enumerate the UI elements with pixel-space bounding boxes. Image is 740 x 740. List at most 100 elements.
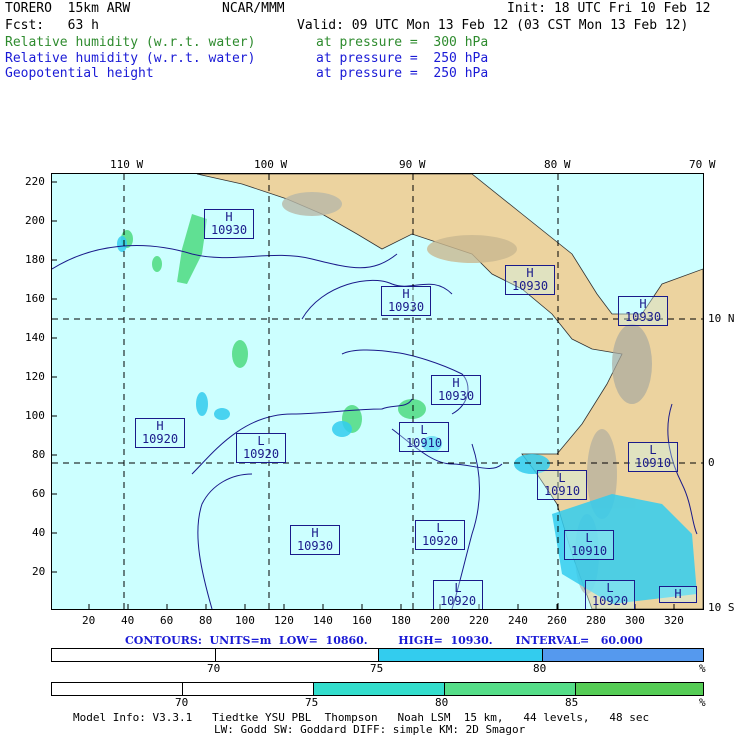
lon-tick: 80 W	[544, 158, 571, 171]
pressure-center-high: H	[659, 586, 697, 603]
y-tick: 120	[25, 370, 45, 383]
lat-tick: 10 S	[708, 601, 735, 614]
pressure-center-high: H 10920	[135, 418, 185, 448]
org-label: NCAR/MMM	[222, 1, 285, 16]
center-value: 10930	[296, 539, 334, 553]
x-tick: 40	[121, 614, 135, 627]
y-tick: 100	[25, 409, 45, 422]
colorbar-bin	[52, 683, 183, 695]
colorbar-bin	[314, 683, 445, 695]
contours-info: CONTOURS: UNITS=m LOW= 10860. HIGH= 1093…	[125, 634, 643, 647]
colorbar-bin	[183, 683, 314, 695]
forecast-hour: Fcst: 63 h	[5, 18, 99, 33]
colorbar-label: 70	[175, 696, 189, 709]
lat-tick: 10 N	[708, 312, 735, 325]
center-value: 10910	[570, 544, 608, 558]
terrain-shade	[612, 324, 652, 404]
x-tick: 200	[430, 614, 450, 627]
lon-tick: 70 W	[689, 158, 716, 171]
colorbar-bin	[379, 649, 543, 661]
y-tick: 80	[32, 448, 46, 461]
x-tick: 120	[274, 614, 294, 627]
pressure-center-high: H 10930	[505, 265, 555, 295]
center-type: H	[674, 587, 682, 601]
y-tick: 140	[25, 331, 45, 344]
rh-patch	[177, 214, 207, 284]
colorbar-label: %	[699, 662, 706, 675]
center-value: 10910	[634, 456, 672, 470]
pressure-center-high: H 10930	[431, 375, 481, 405]
center-value: 10920	[141, 432, 179, 446]
center-value: 10930	[210, 223, 248, 237]
center-value: 10930	[387, 300, 425, 314]
init-time: Init: 18 UTC Fri 10 Feb 12	[507, 1, 711, 16]
field-2-level: at pressure = 250 hPa	[316, 51, 489, 66]
rh-patch	[196, 392, 208, 416]
model-info-line2: LW: Godd SW: Goddard DIFF: simple KM: 2D…	[214, 723, 526, 736]
pressure-center-low: L 10910	[399, 422, 449, 452]
y-tick: 40	[32, 526, 46, 539]
x-tick: 20	[82, 614, 96, 627]
field-2-name: Relative humidity (w.r.t. water)	[5, 51, 256, 66]
pressure-center-high: H 10930	[618, 296, 668, 326]
colorbar-bin	[543, 649, 703, 661]
lat-tick: 0	[708, 456, 715, 469]
pressure-center-low: L 10910	[537, 470, 587, 500]
x-tick: 220	[469, 614, 489, 627]
colorbar-rh-300	[51, 682, 704, 696]
y-tick: 20	[32, 565, 46, 578]
x-tick: 320	[664, 614, 684, 627]
weather-map: H 10930 H 10930 H 10930 H 10930 H 10930 …	[51, 173, 704, 610]
y-tick: 160	[25, 292, 45, 305]
y-tick: 220	[25, 175, 45, 188]
y-tick: 60	[32, 487, 46, 500]
x-tick: 180	[391, 614, 411, 627]
lon-tick: 90 W	[399, 158, 426, 171]
lon-tick: 100 W	[254, 158, 288, 171]
colorbar-bin	[216, 649, 379, 661]
center-value: 10930	[437, 389, 475, 403]
rh-patch	[332, 421, 352, 437]
center-value: 10930	[624, 310, 662, 324]
colorbar-label: 80	[435, 696, 449, 709]
center-value: 10920	[591, 594, 629, 608]
model-title: TORERO 15km ARW	[5, 1, 131, 16]
field-1-level: at pressure = 300 hPa	[316, 35, 489, 50]
colorbar-bin	[52, 649, 216, 661]
pressure-center-high: H 10930	[290, 525, 340, 555]
pressure-center-low: L 10910	[628, 442, 678, 472]
pressure-center-low: L 10920	[433, 580, 483, 609]
pressure-center-low: L 10920	[236, 433, 286, 463]
rh-patch	[398, 399, 426, 419]
x-tick: 260	[547, 614, 567, 627]
contour-line	[197, 473, 253, 609]
colorbar-label: 70	[207, 662, 221, 675]
x-tick: 300	[625, 614, 645, 627]
colorbar-label: %	[699, 696, 706, 709]
colorbar-label: 75	[305, 696, 319, 709]
rh-patch	[117, 236, 127, 252]
terrain-shade	[427, 235, 517, 263]
center-value: 10910	[405, 436, 443, 450]
field-3-name: Geopotential height	[5, 66, 154, 81]
pressure-center-low: L 10920	[415, 520, 465, 550]
x-tick: 140	[313, 614, 333, 627]
colorbar-label: 75	[370, 662, 384, 675]
rh-patch	[152, 256, 162, 272]
x-tick: 280	[586, 614, 606, 627]
y-tick: 200	[25, 214, 45, 227]
x-tick: 80	[199, 614, 213, 627]
pressure-center-high: H 10930	[381, 286, 431, 316]
pressure-center-low: L 10910	[564, 530, 614, 560]
pressure-center-low: L 10920	[585, 580, 635, 609]
colorbar-bin	[576, 683, 703, 695]
y-tick: 180	[25, 253, 45, 266]
center-value: 10920	[439, 594, 477, 608]
x-tick: 100	[235, 614, 255, 627]
colorbar-rh-250	[51, 648, 704, 662]
x-tick: 160	[352, 614, 372, 627]
center-value: 10930	[511, 279, 549, 293]
rh-patch	[214, 408, 230, 420]
field-1-name: Relative humidity (w.r.t. water)	[5, 35, 256, 50]
colorbar-bin	[445, 683, 576, 695]
